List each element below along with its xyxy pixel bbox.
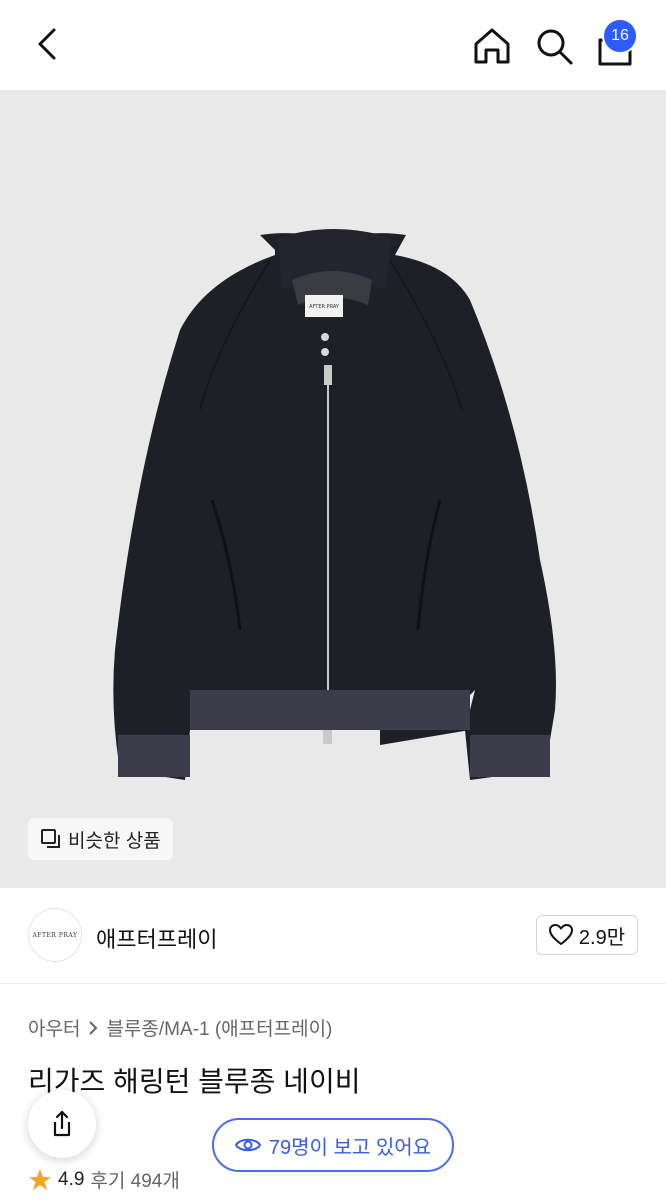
jacket-tag-text: AFTER PRAY [309, 304, 340, 310]
brand-logo-text: AFTER PRAY [32, 931, 78, 939]
chevron-right-icon [89, 1020, 98, 1035]
brand-logo[interactable]: AFTER PRAY [28, 908, 82, 962]
viewers-text: 79명이 보고 있어요 [268, 1136, 432, 1159]
back-button[interactable] [28, 24, 68, 64]
rating-summary[interactable]: 4.9 후기 494개 [28, 1166, 180, 1193]
eye-icon [234, 1138, 261, 1152]
heart-icon [548, 924, 573, 945]
search-icon [537, 29, 573, 65]
home-icon [474, 28, 510, 64]
star-icon [29, 1168, 51, 1190]
viewers-indicator: 79명이 보고 있어요 [212, 1118, 454, 1172]
copy-icon [41, 829, 60, 848]
share-button[interactable] [28, 1090, 96, 1158]
top-bar: 16 [0, 0, 666, 90]
like-count: 2.9만 [578, 926, 626, 949]
breadcrumb: 아우터 블루종/MA-1 (애프터프레이) [28, 1014, 332, 1041]
share-icon [53, 1110, 71, 1137]
review-count: 후기 494개 [90, 1171, 180, 1192]
brand-row: AFTER PRAY 애프터프레이 2.9만 [0, 888, 666, 984]
rating-score: 4.9 [58, 1168, 85, 1190]
similar-products-label: 비슷한 상품 [68, 830, 161, 852]
like-button[interactable]: 2.9만 [536, 915, 638, 955]
breadcrumb-child[interactable]: 블루종/MA-1 (애프터프레이) [106, 1014, 332, 1041]
chevron-left-icon [38, 28, 56, 60]
similar-products-button[interactable]: 비슷한 상품 [28, 818, 173, 860]
brand-name[interactable]: 애프터프레이 [96, 922, 217, 954]
breadcrumb-parent[interactable]: 아우터 [28, 1014, 80, 1041]
cart-count-badge: 16 [602, 18, 638, 54]
home-button[interactable] [470, 24, 514, 68]
product-image[interactable]: AFTER PRAY 비슷한 상품 [0, 90, 666, 888]
search-button[interactable] [532, 24, 576, 68]
jacket-illustration: AFTER PRAY [113, 229, 556, 781]
